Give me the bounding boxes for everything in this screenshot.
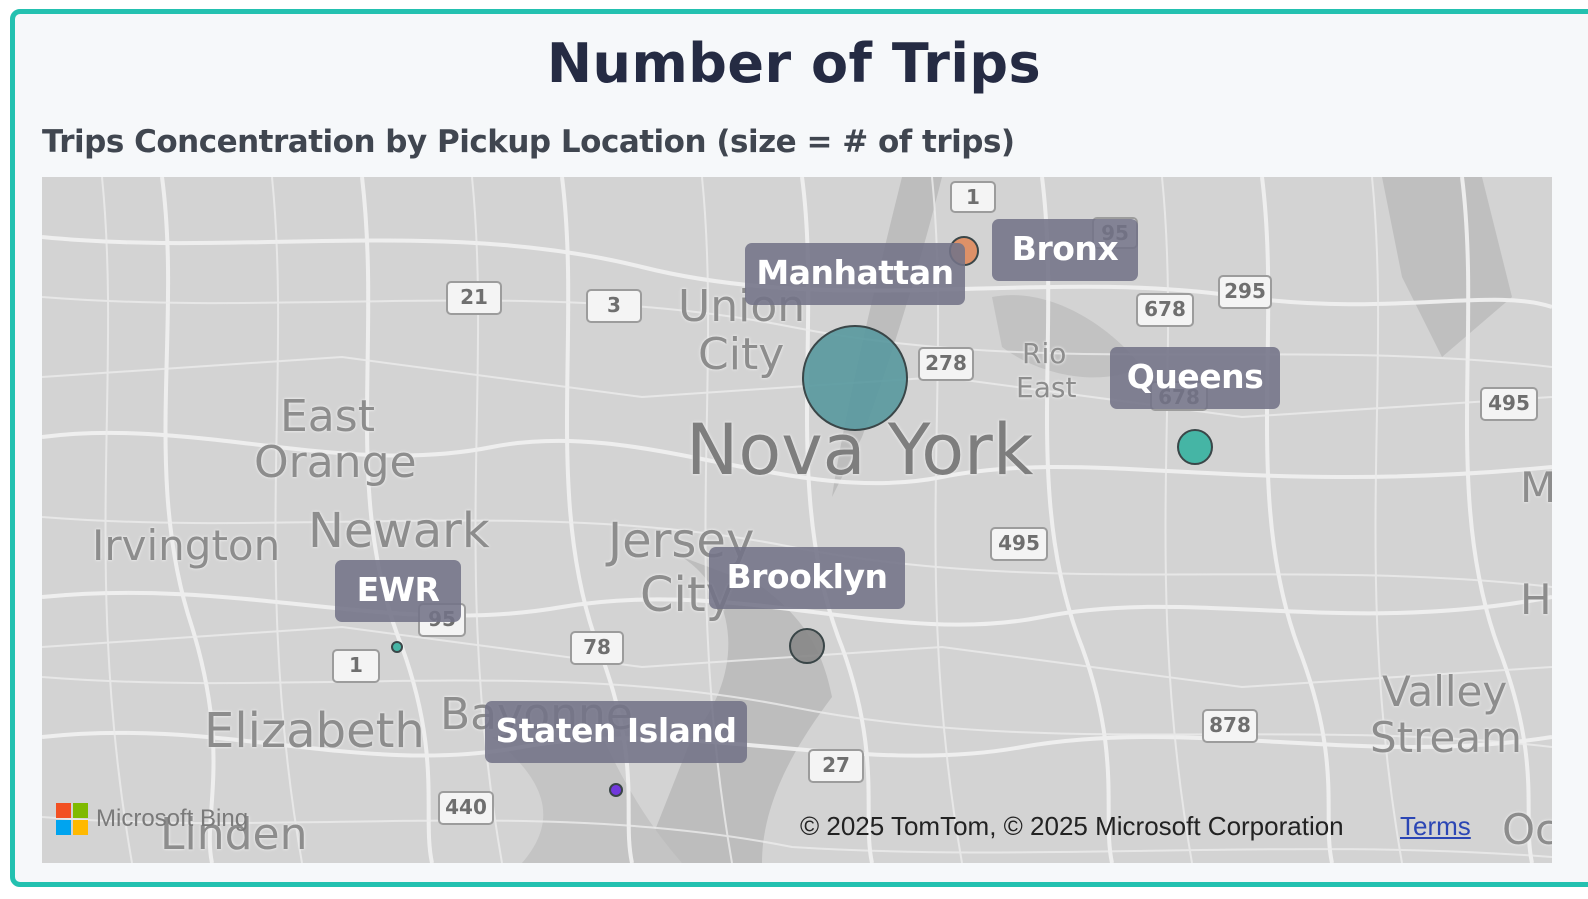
label-bronx: Bronx (992, 219, 1138, 281)
highway-shield: 495 (990, 527, 1048, 561)
label-brooklyn: Brooklyn (709, 547, 905, 609)
highway-shield: 495 (1480, 387, 1538, 421)
place-label: Oc (1502, 805, 1552, 854)
visual-title: Number of Trips (546, 32, 1042, 95)
map-copyright: © 2025 TomTom, © 2025 Microsoft Corporat… (800, 811, 1344, 841)
terms-link[interactable]: Terms (1400, 811, 1471, 842)
label-manhattan: Manhattan (745, 243, 965, 305)
place-label: East (1016, 371, 1077, 404)
place-label: East (280, 391, 375, 442)
microsoft-logo-icon (56, 803, 88, 835)
place-label: Irvington (92, 521, 281, 570)
highway-shield: 440 (438, 791, 494, 825)
bubble-manhattan[interactable] (802, 325, 908, 431)
bing-attribution[interactable]: Microsoft Bing (56, 801, 248, 837)
label-staten-island: Staten Island (485, 701, 747, 763)
highway-shield: 78 (570, 631, 624, 665)
bing-label: Microsoft Bing (96, 805, 249, 832)
highway-shield: 878 (1202, 709, 1258, 743)
highway-shield: 278 (918, 347, 974, 381)
place-label: Newark (308, 503, 490, 559)
bubble-ewr[interactable] (391, 641, 403, 653)
place-label: Orange (254, 437, 417, 488)
highway-shield: 1 (950, 181, 996, 213)
highway-shield: 678 (1136, 293, 1194, 327)
place-label: M (1520, 463, 1552, 512)
place-label: Valley (1382, 667, 1508, 716)
place-label: Elizabeth (204, 703, 425, 759)
label-ewr: EWR (335, 560, 461, 622)
highway-shield: 3 (586, 289, 642, 323)
highway-shield: 27 (808, 749, 864, 783)
highway-shield: 1 (332, 649, 380, 683)
map-subtitle: Trips Concentration by Pickup Location (… (42, 124, 1015, 160)
highway-shield: 21 (446, 281, 502, 315)
place-label: City (698, 329, 785, 380)
bubble-map[interactable]: Union City East Orange Nova York Rio Eas… (42, 177, 1552, 863)
place-label: H (1520, 575, 1552, 624)
label-queens: Queens (1110, 347, 1280, 409)
highway-shield: 295 (1218, 275, 1272, 309)
place-label: Rio (1022, 337, 1067, 370)
place-label: Stream (1370, 713, 1522, 762)
